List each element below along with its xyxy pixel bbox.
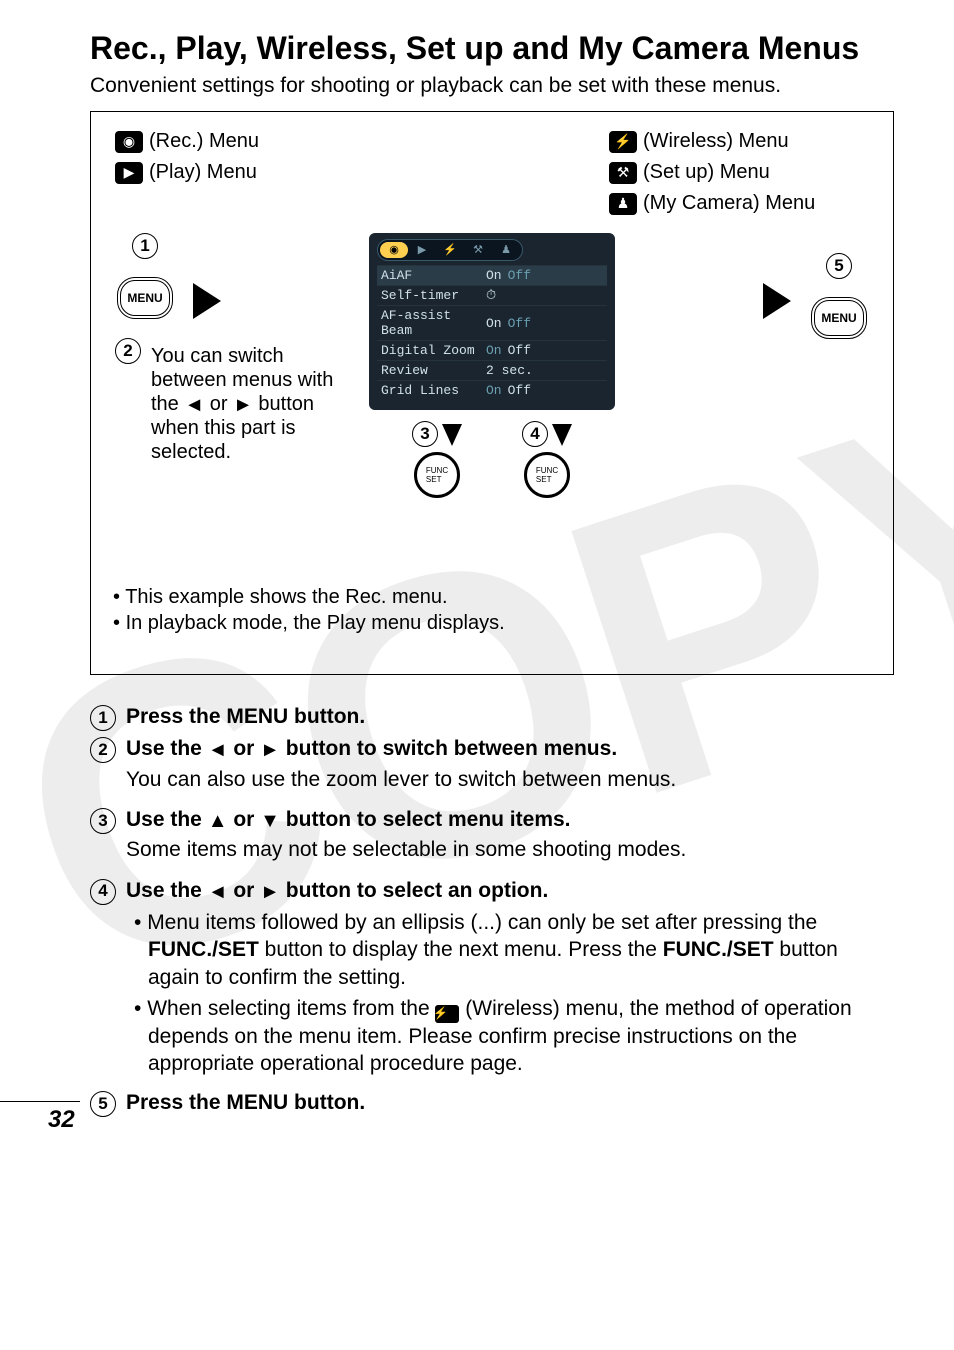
setup-icon: ⚒ bbox=[609, 162, 637, 184]
rec-icon: ◉ bbox=[115, 131, 143, 153]
page-title: Rec., Play, Wireless, Set up and My Came… bbox=[90, 30, 894, 67]
arrow-right-icon: ► bbox=[260, 740, 280, 760]
instruction-steps: 1 Press the MENU button. 2 Use the ◄ or … bbox=[90, 703, 894, 1118]
wireless-icon: ⚡ bbox=[609, 131, 637, 153]
lcd-tab-setup: ⚒ bbox=[464, 242, 492, 258]
menu-button-right: MENU bbox=[811, 297, 867, 339]
callout-3: 3 bbox=[412, 421, 438, 447]
func-set-button: FUNCSET bbox=[414, 452, 460, 498]
lcd-row: Digital Zoom On Off bbox=[377, 340, 607, 360]
step-4-bullet: When selecting items from the ⚡ (Wireles… bbox=[148, 995, 894, 1077]
step-number-1: 1 bbox=[90, 705, 116, 731]
wireless-icon: ⚡ bbox=[435, 1005, 459, 1023]
rec-menu-label: (Rec.) Menu bbox=[149, 130, 259, 153]
lcd-row: Review 2 sec. bbox=[377, 360, 607, 380]
step-5-text: Press the MENU button. bbox=[126, 1091, 365, 1114]
wireless-menu-label: (Wireless) Menu bbox=[643, 130, 789, 153]
callout-1: 1 bbox=[132, 233, 158, 259]
page-number: 32 bbox=[48, 1106, 75, 1134]
play-icon: ▶ bbox=[115, 162, 143, 184]
step-4-text: Use the ◄ or ► button to select an optio… bbox=[126, 879, 548, 902]
lcd-row: AF-assist Beam On Off bbox=[377, 305, 607, 340]
arrow-left-icon: ◄ bbox=[184, 395, 204, 415]
step-number-3: 3 bbox=[90, 808, 116, 834]
step-4-bullet: Menu items followed by an ellipsis (...)… bbox=[148, 909, 894, 991]
arrow-left-icon: ◄ bbox=[208, 882, 228, 902]
step-2-text: Use the ◄ or ► button to switch between … bbox=[126, 737, 617, 760]
setup-menu-label: (Set up) Menu bbox=[643, 161, 770, 184]
arrow-down-icon bbox=[442, 424, 462, 446]
switch-note: You can switch between menus with the ◄ … bbox=[151, 344, 335, 464]
page-number-rule bbox=[0, 1101, 80, 1102]
arrow-down-icon: ▼ bbox=[260, 811, 280, 831]
step-number-5: 5 bbox=[90, 1091, 116, 1117]
arrow-down-icon bbox=[552, 424, 572, 446]
mycamera-menu-label: (My Camera) Menu bbox=[643, 192, 815, 215]
step-number-2: 2 bbox=[90, 737, 116, 763]
arrow-right-icon bbox=[193, 283, 221, 319]
arrow-right-icon: ► bbox=[260, 882, 280, 902]
diagram-note: In playback mode, the Play menu displays… bbox=[127, 610, 869, 636]
arrow-right-icon: ► bbox=[233, 395, 253, 415]
arrow-right-icon bbox=[763, 283, 791, 319]
diagram-notes: This example shows the Rec. menu. In pla… bbox=[115, 584, 869, 636]
step-3-sub: Some items may not be selectable in some… bbox=[126, 836, 894, 864]
step-number-4: 4 bbox=[90, 879, 116, 905]
lcd-row: AiAF On Off bbox=[377, 265, 607, 285]
lcd-row: Self-timer ⏱ bbox=[377, 285, 607, 305]
func-set-button: FUNCSET bbox=[524, 452, 570, 498]
lcd-tab-bar: ◉ ▶ ⚡ ⚒ ♟ bbox=[377, 239, 523, 261]
callout-5: 5 bbox=[826, 253, 852, 279]
diagram-note: This example shows the Rec. menu. bbox=[127, 584, 869, 610]
lcd-tab-wireless: ⚡ bbox=[436, 242, 464, 258]
arrow-left-icon: ◄ bbox=[208, 740, 228, 760]
mycamera-icon: ♟ bbox=[609, 193, 637, 215]
callout-4: 4 bbox=[522, 421, 548, 447]
lcd-tab-mycamera: ♟ bbox=[492, 242, 520, 258]
lcd-row: Grid Lines On Off bbox=[377, 380, 607, 400]
menu-button-left: MENU bbox=[117, 277, 173, 319]
lcd-screen: ◉ ▶ ⚡ ⚒ ♟ AiAF On Off Self-timer bbox=[369, 233, 615, 410]
step-3-text: Use the ▲ or ▼ button to select menu ite… bbox=[126, 808, 571, 831]
step-2-sub: You can also use the zoom lever to switc… bbox=[126, 766, 894, 794]
play-menu-label: (Play) Menu bbox=[149, 161, 257, 184]
intro-text: Convenient settings for shooting or play… bbox=[90, 73, 894, 99]
callout-2: 2 bbox=[115, 338, 141, 364]
lcd-tab-rec: ◉ bbox=[380, 242, 408, 258]
arrow-up-icon: ▲ bbox=[208, 811, 228, 831]
menu-diagram: ◉ (Rec.) Menu ▶ (Play) Menu ⚡ (Wireless)… bbox=[90, 111, 894, 675]
step-1-text: Press the MENU button. bbox=[126, 705, 365, 728]
lcd-tab-play: ▶ bbox=[408, 242, 436, 258]
